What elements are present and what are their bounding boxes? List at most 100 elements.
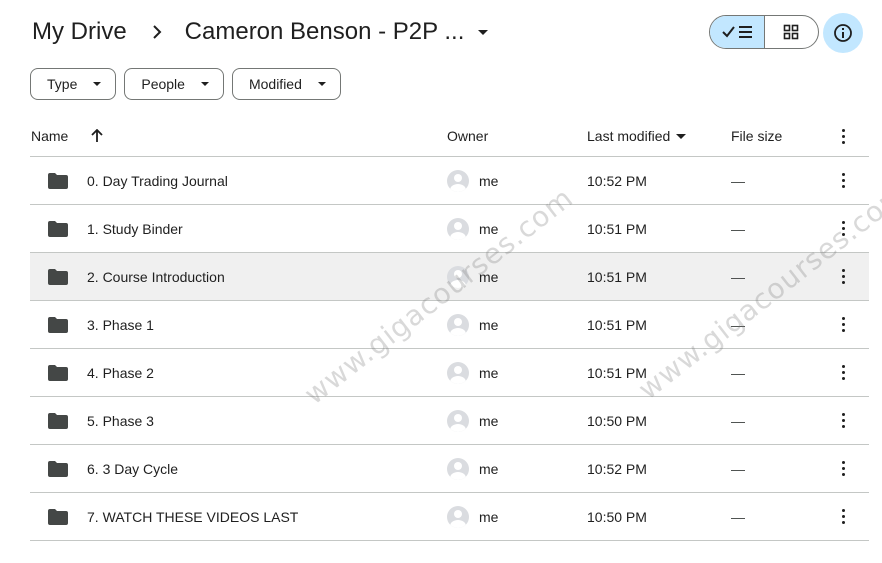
column-owner-header[interactable]: Owner [447,116,488,156]
filter-modified-label: Modified [248,76,302,92]
table-row[interactable]: 4. Phase 2 me 10:51 PM — [30,349,869,397]
check-list-icon [722,26,752,38]
filter-people-chip[interactable]: People [124,68,224,100]
table-body: 0. Day Trading Journal me 10:52 PM —1. Stud… [30,157,869,541]
filter-modified-chip[interactable]: Modified [231,68,341,100]
info-button[interactable] [823,13,863,53]
file-name[interactable]: 3. Phase 1 [87,301,154,348]
more-vert-icon [841,128,845,144]
file-size-value: — [731,508,745,525]
folder-icon [48,301,68,348]
caret-down-icon [478,29,489,35]
avatar [447,397,469,444]
caret-down-icon [317,82,326,86]
file-name[interactable]: 5. Phase 3 [87,397,154,444]
table-row[interactable]: 0. Day Trading Journal me 10:52 PM — [30,157,869,205]
row-more-actions-button[interactable] [833,205,853,252]
file-size-value: — [731,364,745,381]
avatar [447,445,469,492]
file-table: Name Owner Last modified File size 0. Da… [30,116,869,541]
owner-label: me [479,172,499,189]
owner-label: me [479,268,499,285]
owner-label: me [479,364,499,381]
row-more-actions-button[interactable] [833,349,853,396]
row-more-actions-button[interactable] [833,253,853,300]
account-icon [447,265,469,288]
table-header: Name Owner Last modified File size [30,116,869,157]
folder-icon [48,445,68,492]
table-row[interactable]: 2. Course Introduction me 10:51 PM — [30,253,869,301]
caret-down-icon [676,133,687,139]
row-more-actions-button[interactable] [833,445,853,492]
more-vert-icon [841,509,845,524]
file-size-value: — [731,460,745,477]
folder-icon [48,253,68,300]
filter-type-label: Type [47,76,78,92]
account-icon [447,409,469,432]
file-size-value: — [731,316,745,333]
list-view-button[interactable] [710,16,765,48]
file-size-value: — [731,220,745,237]
owner-label: me [479,508,499,525]
file-name[interactable]: 6. 3 Day Cycle [87,445,178,492]
last-modified-value: 10:51 PM [587,316,647,333]
last-modified-value: 10:52 PM [587,460,647,477]
file-size-value: — [731,412,745,429]
grid-icon [783,24,799,40]
breadcrumb-current-folder[interactable]: Cameron Benson - P2P ... [185,18,489,46]
file-name[interactable]: 7. WATCH THESE VIDEOS LAST [87,493,298,540]
column-file-size-header[interactable]: File size [731,116,782,156]
breadcrumb: My Drive Cameron Benson - P2P ... [30,12,489,52]
row-more-actions-button[interactable] [833,157,853,204]
folder-icon [48,493,68,540]
account-icon [447,313,469,336]
sort-ascending-button[interactable] [90,116,104,156]
grid-view-button[interactable] [765,16,819,48]
last-modified-value: 10:50 PM [587,508,647,525]
row-more-actions-button[interactable] [833,493,853,540]
file-name[interactable]: 0. Day Trading Journal [87,157,228,204]
table-row[interactable]: 1. Study Binder me 10:51 PM — [30,205,869,253]
more-vert-icon [841,365,845,380]
avatar [447,349,469,396]
account-icon [447,217,469,240]
row-more-actions-button[interactable] [833,301,853,348]
current-folder-label: Cameron Benson - P2P ... [184,18,465,45]
column-name-header[interactable]: Name [31,116,68,156]
avatar [447,493,469,540]
column-options-button[interactable] [833,116,853,156]
row-more-actions-button[interactable] [833,397,853,444]
more-vert-icon [841,317,845,332]
info-icon [834,24,852,42]
table-row[interactable]: 5. Phase 3 me 10:50 PM — [30,397,869,445]
owner-label: me [479,316,499,333]
file-name[interactable]: 4. Phase 2 [87,349,154,396]
last-modified-value: 10:51 PM [587,364,647,381]
avatar [447,157,469,204]
file-size-value: — [731,268,745,285]
file-name[interactable]: 1. Study Binder [87,205,183,252]
more-vert-icon [841,221,845,236]
chevron-right-icon [129,25,185,39]
filter-people-label: People [141,76,185,92]
folder-icon [48,397,68,444]
more-vert-icon [841,269,845,284]
breadcrumb-my-drive[interactable]: My Drive [30,18,129,46]
filter-type-chip[interactable]: Type [30,68,117,100]
arrow-up-icon [91,129,103,142]
table-row[interactable]: 3. Phase 1 me 10:51 PM — [30,301,869,349]
folder-icon [48,157,68,204]
more-vert-icon [841,413,845,428]
account-icon [447,169,469,192]
caret-down-icon [93,82,102,86]
caret-down-icon [200,82,209,86]
view-toggle [709,15,819,49]
table-row[interactable]: 6. 3 Day Cycle me 10:52 PM — [30,445,869,493]
table-row[interactable]: 7. WATCH THESE VIDEOS LAST me 10:50 PM — [30,493,869,541]
file-name[interactable]: 2. Course Introduction [87,253,225,300]
account-icon [447,505,469,528]
more-vert-icon [841,173,845,188]
more-vert-icon [841,461,845,476]
column-last-modified-label: Last modified [587,128,671,144]
column-last-modified-header[interactable]: Last modified [587,116,687,156]
